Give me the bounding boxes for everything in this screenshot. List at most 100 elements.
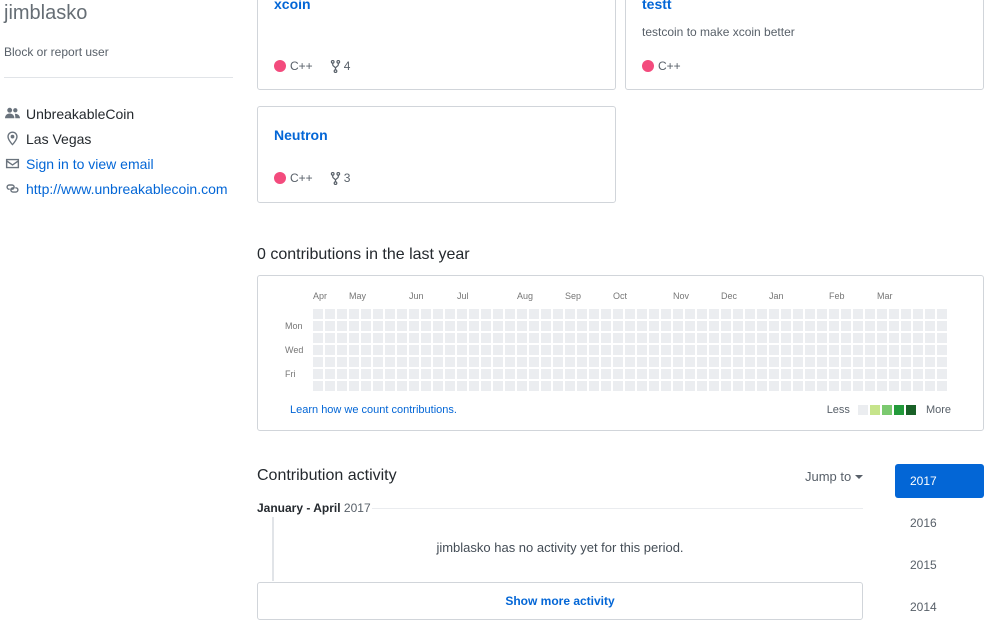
repo-name[interactable]: testt [642, 0, 672, 12]
contribution-day [457, 369, 467, 379]
contribution-day [637, 321, 647, 331]
contribution-day [685, 345, 695, 355]
contribution-day [445, 333, 455, 343]
contribution-day [925, 357, 935, 367]
contribution-day [505, 321, 515, 331]
contribution-day [421, 345, 431, 355]
contribution-day [337, 369, 347, 379]
contribution-day [841, 381, 851, 391]
contribution-day [421, 381, 431, 391]
month-label: Apr [313, 291, 328, 301]
contribution-day [577, 309, 587, 319]
contribution-day [313, 309, 323, 319]
contribution-day [889, 321, 899, 331]
contribution-day [841, 333, 851, 343]
contribution-day [361, 309, 371, 319]
contribution-day [445, 345, 455, 355]
month-label: Jul [457, 291, 469, 301]
contribution-day [829, 357, 839, 367]
email-link[interactable]: Sign in to view email [26, 156, 154, 172]
contribution-day [397, 309, 407, 319]
contribution-day [793, 369, 803, 379]
contribution-day [829, 369, 839, 379]
contribution-day [349, 357, 359, 367]
contribution-day [349, 369, 359, 379]
contribution-day [361, 333, 371, 343]
contribution-day [349, 333, 359, 343]
vcard-website[interactable]: http://www.unbreakablecoin.com [4, 176, 244, 201]
contribution-day [901, 333, 911, 343]
contribution-day [853, 321, 863, 331]
contribution-day [601, 309, 611, 319]
contribution-day [625, 309, 635, 319]
contribution-day [817, 309, 827, 319]
contribution-day [469, 369, 479, 379]
contribution-day [889, 345, 899, 355]
contribution-day [865, 357, 875, 367]
legend-less: Less [826, 404, 850, 416]
vcard-location: Las Vegas [4, 126, 244, 151]
contribution-day [457, 381, 467, 391]
repo-meta: C++ 3 [274, 171, 350, 185]
year-link-2014[interactable]: 2014 [895, 590, 984, 624]
contribution-day [493, 369, 503, 379]
contribution-day [469, 357, 479, 367]
contribution-day [385, 345, 395, 355]
contribution-day [673, 333, 683, 343]
year-link-2016[interactable]: 2016 [895, 506, 984, 540]
website-link[interactable]: http://www.unbreakablecoin.com [26, 181, 228, 197]
contribution-day [613, 333, 623, 343]
contribution-day [589, 357, 599, 367]
contribution-day [769, 321, 779, 331]
day-label: Wed [285, 345, 304, 355]
contribution-day [805, 321, 815, 331]
contribution-day [901, 309, 911, 319]
contribution-day [385, 321, 395, 331]
contribution-day [445, 357, 455, 367]
contribution-day [481, 357, 491, 367]
contribution-day [613, 369, 623, 379]
repo-forks[interactable]: 4 [330, 59, 350, 73]
contribution-day [865, 345, 875, 355]
contribution-day [505, 357, 515, 367]
show-more-activity-button[interactable]: Show more activity [257, 582, 863, 620]
repo-forks[interactable]: 3 [330, 171, 350, 185]
contribution-day [817, 345, 827, 355]
contribution-day [793, 333, 803, 343]
contribution-day [373, 381, 383, 391]
contribution-day [829, 309, 839, 319]
contribution-day [457, 357, 467, 367]
contribution-day [673, 309, 683, 319]
contribution-day [589, 345, 599, 355]
year-link-2015[interactable]: 2015 [895, 548, 984, 582]
block-report-link[interactable]: Block or report user [4, 45, 109, 59]
contribution-day [805, 309, 815, 319]
repo-name[interactable]: Neutron [274, 127, 328, 143]
contribution-day [877, 321, 887, 331]
jump-to-dropdown[interactable]: Jump to [805, 469, 864, 484]
repo-language: C++ [658, 59, 681, 73]
contribution-day [817, 321, 827, 331]
contribution-day [685, 381, 695, 391]
vcard-email[interactable]: Sign in to view email [4, 151, 244, 176]
contribution-day [349, 381, 359, 391]
contribution-day [517, 357, 527, 367]
contribution-day [781, 345, 791, 355]
contribution-day [913, 345, 923, 355]
contribution-day [709, 357, 719, 367]
contribution-day [937, 309, 947, 319]
year-link-2017[interactable]: 2017 [895, 464, 984, 498]
contribution-day [721, 345, 731, 355]
contribution-day [649, 309, 659, 319]
contribution-day [541, 369, 551, 379]
learn-contributions-link[interactable]: Learn how we count contributions. [290, 404, 457, 416]
contribution-day [577, 381, 587, 391]
contribution-day [421, 333, 431, 343]
contribution-day [757, 357, 767, 367]
repo-name[interactable]: xcoin [274, 0, 311, 12]
month-label: Sep [565, 291, 582, 301]
contribution-day [313, 369, 323, 379]
contribution-day [661, 321, 671, 331]
contribution-day [841, 357, 851, 367]
contribution-day [925, 369, 935, 379]
